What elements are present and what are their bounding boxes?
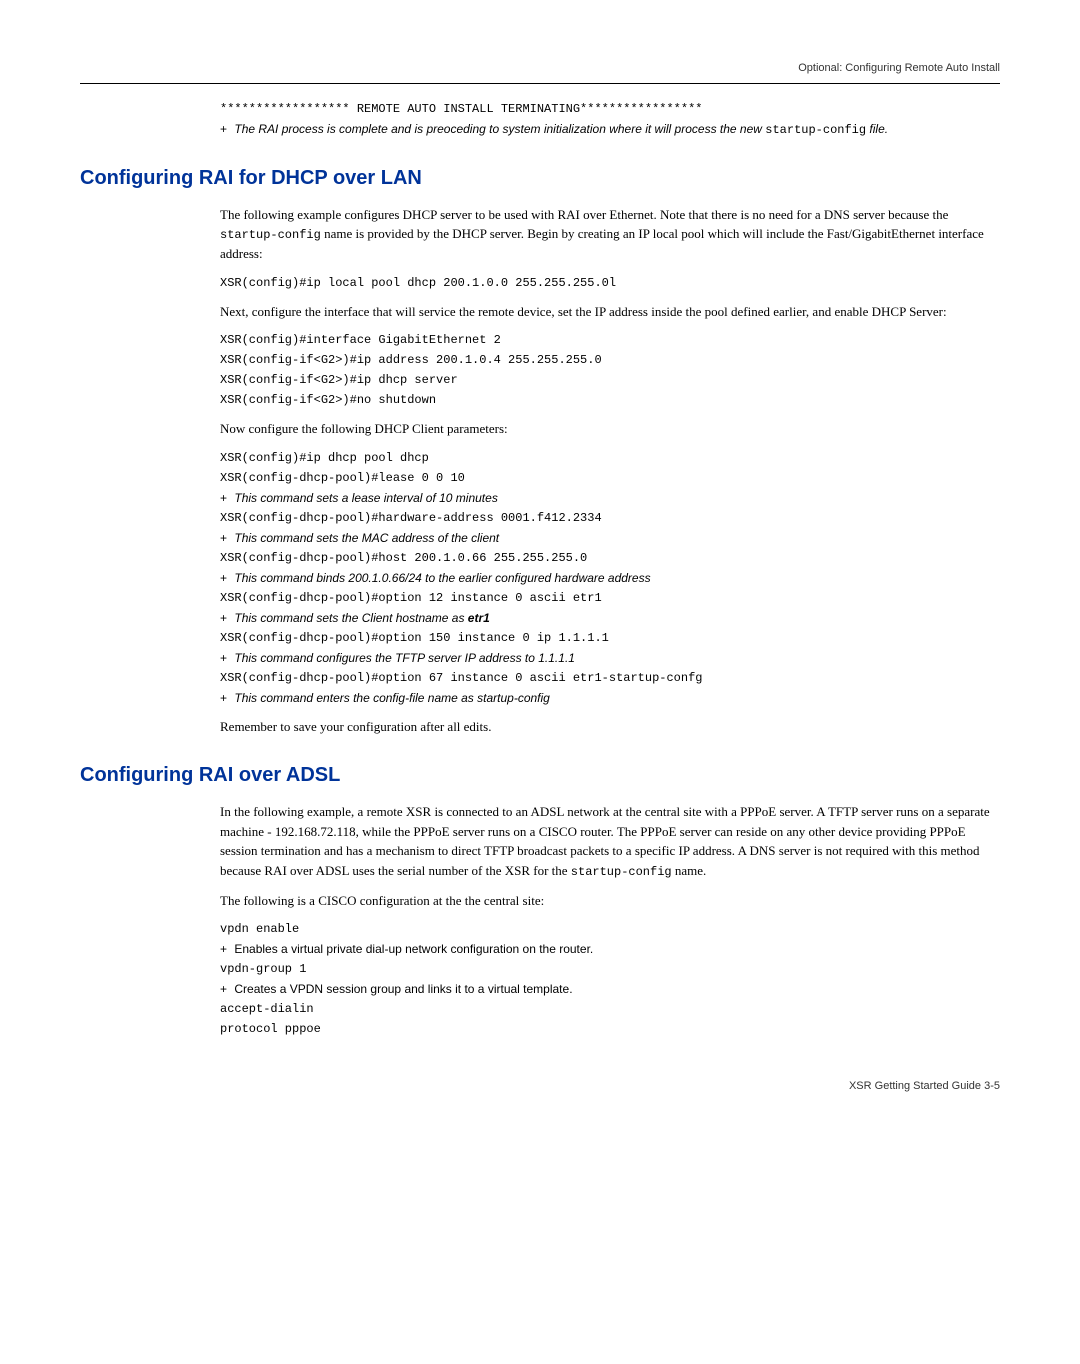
section2-p1: In the following example, a remote XSR i… bbox=[220, 802, 1000, 881]
s1-note8-text: This command sets the MAC address of the… bbox=[234, 531, 499, 545]
intro-note-text2: file. bbox=[866, 122, 888, 136]
s1-p1b: name is provided by the DHCP server. Beg… bbox=[220, 226, 984, 261]
s1-cmd2: XSR(config)#interface GigabitEthernet 2 bbox=[220, 331, 1000, 349]
s1-cmd7: XSR(config-dhcp-pool)#lease 0 0 10 bbox=[220, 469, 1000, 487]
s1-note9: + This command binds 200.1.0.66/24 to th… bbox=[220, 569, 1000, 587]
s1-cmd11: XSR(config-dhcp-pool)#option 150 instanc… bbox=[220, 629, 1000, 647]
s1-cmd8: XSR(config-dhcp-pool)#hardware-address 0… bbox=[220, 509, 1000, 527]
section1-p2: Next, configure the interface that will … bbox=[220, 302, 1000, 322]
s1-cmd3: XSR(config-if<G2>)#ip address 200.1.0.4 … bbox=[220, 351, 1000, 369]
s2-p1-mono: startup-config bbox=[571, 865, 672, 879]
page-header-right: Optional: Configuring Remote Auto Instal… bbox=[80, 60, 1000, 83]
section1-p3: Now configure the following DHCP Client … bbox=[220, 419, 1000, 439]
section1-p4: Remember to save your configuration afte… bbox=[220, 717, 1000, 737]
s1-note7-text: This command sets a lease interval of 10… bbox=[234, 491, 497, 505]
s1-p1a: The following example configures DHCP se… bbox=[220, 207, 948, 222]
plus-icon: + bbox=[220, 531, 227, 545]
plus-icon: + bbox=[220, 491, 227, 505]
s2-cmd3: accept-dialin bbox=[220, 1000, 1000, 1018]
intro-note-mono: startup-config bbox=[765, 123, 866, 137]
s1-cmd12: XSR(config-dhcp-pool)#option 67 instance… bbox=[220, 669, 1000, 687]
s1-cmd5: XSR(config-if<G2>)#no shutdown bbox=[220, 391, 1000, 409]
s2-p1b: name. bbox=[672, 863, 707, 878]
plus-icon: + bbox=[220, 122, 227, 136]
plus-icon: + bbox=[220, 611, 227, 625]
section2-p2: The following is a CISCO configuration a… bbox=[220, 891, 1000, 911]
s1-note11: + This command configures the TFTP serve… bbox=[220, 649, 1000, 667]
s1-note7: + This command sets a lease interval of … bbox=[220, 489, 1000, 507]
s1-note10: + This command sets the Client hostname … bbox=[220, 609, 1000, 627]
s2-note1-text: Enables a virtual private dial-up networ… bbox=[234, 942, 593, 956]
s1-note10a: This command sets the Client hostname as bbox=[234, 611, 467, 625]
s1-note12-text: This command enters the config-file name… bbox=[234, 691, 549, 705]
s1-cmd4: XSR(config-if<G2>)#ip dhcp server bbox=[220, 371, 1000, 389]
s2-note2-text: Creates a VPDN session group and links i… bbox=[234, 982, 572, 996]
s2-cmd2: vpdn-group 1 bbox=[220, 960, 1000, 978]
page-footer: XSR Getting Started Guide 3-5 bbox=[80, 1078, 1000, 1095]
s2-note1: + Enables a virtual private dial-up netw… bbox=[220, 940, 1000, 958]
s1-cmd9: XSR(config-dhcp-pool)#host 200.1.0.66 25… bbox=[220, 549, 1000, 567]
plus-icon: + bbox=[220, 982, 227, 996]
s2-cmd1: vpdn enable bbox=[220, 920, 1000, 938]
section2-heading: Configuring RAI over ADSL bbox=[80, 760, 1000, 790]
plus-icon: + bbox=[220, 942, 227, 956]
plus-icon: + bbox=[220, 651, 227, 665]
plus-icon: + bbox=[220, 571, 227, 585]
s2-note2: + Creates a VPDN session group and links… bbox=[220, 980, 1000, 998]
s1-note10b: etr1 bbox=[468, 611, 490, 625]
s1-p1-mono: startup-config bbox=[220, 228, 321, 242]
s2-cmd4: protocol pppoe bbox=[220, 1020, 1000, 1038]
section1-heading: Configuring RAI for DHCP over LAN bbox=[80, 163, 1000, 193]
plus-icon: + bbox=[220, 691, 227, 705]
s1-note8: + This command sets the MAC address of t… bbox=[220, 529, 1000, 547]
s1-note11-text: This command configures the TFTP server … bbox=[234, 651, 575, 665]
intro-note-text1: The RAI process is complete and is preoc… bbox=[234, 122, 765, 136]
s1-cmd1: XSR(config)#ip local pool dhcp 200.1.0.0… bbox=[220, 274, 1000, 292]
s1-note9-text: This command binds 200.1.0.66/24 to the … bbox=[234, 571, 650, 585]
s1-cmd10: XSR(config-dhcp-pool)#option 12 instance… bbox=[220, 589, 1000, 607]
section2-content: In the following example, a remote XSR i… bbox=[220, 802, 1000, 1038]
s1-note12: + This command enters the config-file na… bbox=[220, 689, 1000, 707]
intro-note: + The RAI process is complete and is pre… bbox=[220, 120, 1000, 139]
intro-block: ****************** REMOTE AUTO INSTALL T… bbox=[220, 100, 1000, 139]
header-rule bbox=[80, 83, 1000, 84]
s1-cmd6: XSR(config)#ip dhcp pool dhcp bbox=[220, 449, 1000, 467]
section1-content: The following example configures DHCP se… bbox=[220, 205, 1000, 737]
section1-p1: The following example configures DHCP se… bbox=[220, 205, 1000, 264]
terminating-line: ****************** REMOTE AUTO INSTALL T… bbox=[220, 100, 1000, 118]
